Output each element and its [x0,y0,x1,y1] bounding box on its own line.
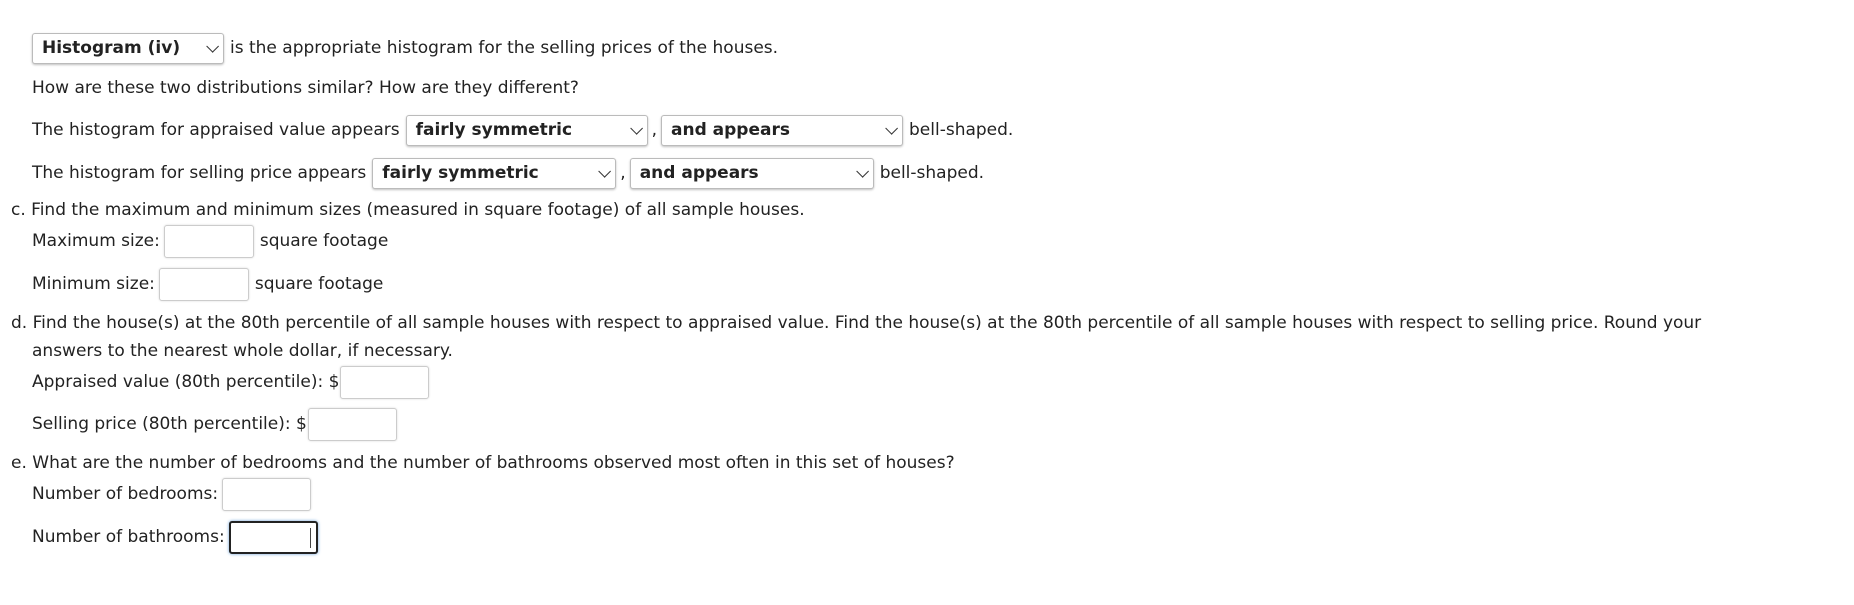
comma: , [620,163,626,183]
question-c: c. Find the maximum and minimum sizes (m… [11,200,805,220]
histogram-row: Histogram (iv) is the appropriate histog… [26,30,778,66]
min-size-unit: square footage [254,274,384,294]
appraised-bell-select[interactable]: and appears [661,114,903,146]
select-value: and appears [671,120,790,140]
appraised-80-label: Appraised value (80th percentile): $ [32,372,340,392]
min-size-label: Minimum size: [32,274,155,294]
comma: , [651,120,657,140]
selling-80-row: Selling price (80th percentile): $ [32,406,403,442]
appraised-80-input[interactable] [340,365,430,399]
bedrooms-input[interactable] [222,477,312,511]
text-caret [309,527,311,548]
question-label: d. [11,313,28,333]
question-label: e. [11,453,27,473]
max-size-unit: square footage [259,231,389,251]
appraised-80-row: Appraised value (80th percentile): $ [32,364,435,400]
max-size-input[interactable] [163,224,254,258]
select-value: fairly symmetric [382,163,539,183]
distribution-question: How are these two distributions similar?… [32,70,579,106]
question-label: c. [11,200,26,220]
selling-shape-select[interactable]: fairly symmetric [372,157,617,189]
question-text: Find the maximum and minimum sizes (meas… [31,200,805,220]
selling-80-input[interactable] [307,407,397,441]
selling-prefix: The histogram for selling price appears [32,163,367,183]
min-size-input[interactable] [158,267,249,301]
bathrooms-row: Number of bathrooms: [32,519,324,555]
appraised-prefix: The histogram for appraised value appear… [32,120,400,140]
bathrooms-label: Number of bathrooms: [32,527,225,547]
bedrooms-label: Number of bedrooms: [32,484,219,504]
chevron-down-icon [206,39,219,53]
question-text: How are these two distributions similar?… [32,78,579,98]
select-value: fairly symmetric [415,120,573,140]
question-text: What are the number of bedrooms and the … [32,453,955,473]
histogram-text: is the appropriate histogram for the sel… [230,38,779,58]
min-size-row: Minimum size: square footage [32,266,383,302]
histogram-select[interactable]: Histogram (iv) [32,32,224,64]
chevron-down-icon [629,121,643,135]
appraised-row: The histogram for appraised value appear… [32,112,1013,148]
bathrooms-input[interactable] [228,520,318,554]
selling-suffix: bell-shaped. [879,163,985,183]
select-value: Histogram (iv) [42,38,181,58]
appraised-shape-select[interactable]: fairly symmetric [405,114,648,146]
appraised-suffix: bell-shaped. [909,120,1014,140]
question-d: d. Find the house(s) at the 80th percent… [11,313,1701,333]
selling-bell-select[interactable]: and appears [629,157,874,189]
question-text: Find the house(s) at the 80th percentile… [32,313,1702,333]
question-e: e. What are the number of bedrooms and t… [11,453,955,473]
chevron-down-icon [885,121,898,135]
chevron-down-icon [598,164,612,178]
select-value: and appears [639,163,759,183]
selling-80-label: Selling price (80th percentile): $ [32,414,307,434]
bedrooms-row: Number of bedrooms: [32,476,317,512]
chevron-down-icon [855,164,869,178]
question-text: answers to the nearest whole dollar, if … [32,341,453,361]
selling-row: The histogram for selling price appears … [32,155,984,191]
max-size-row: Maximum size: square footage [32,223,388,259]
max-size-label: Maximum size: [32,231,160,251]
